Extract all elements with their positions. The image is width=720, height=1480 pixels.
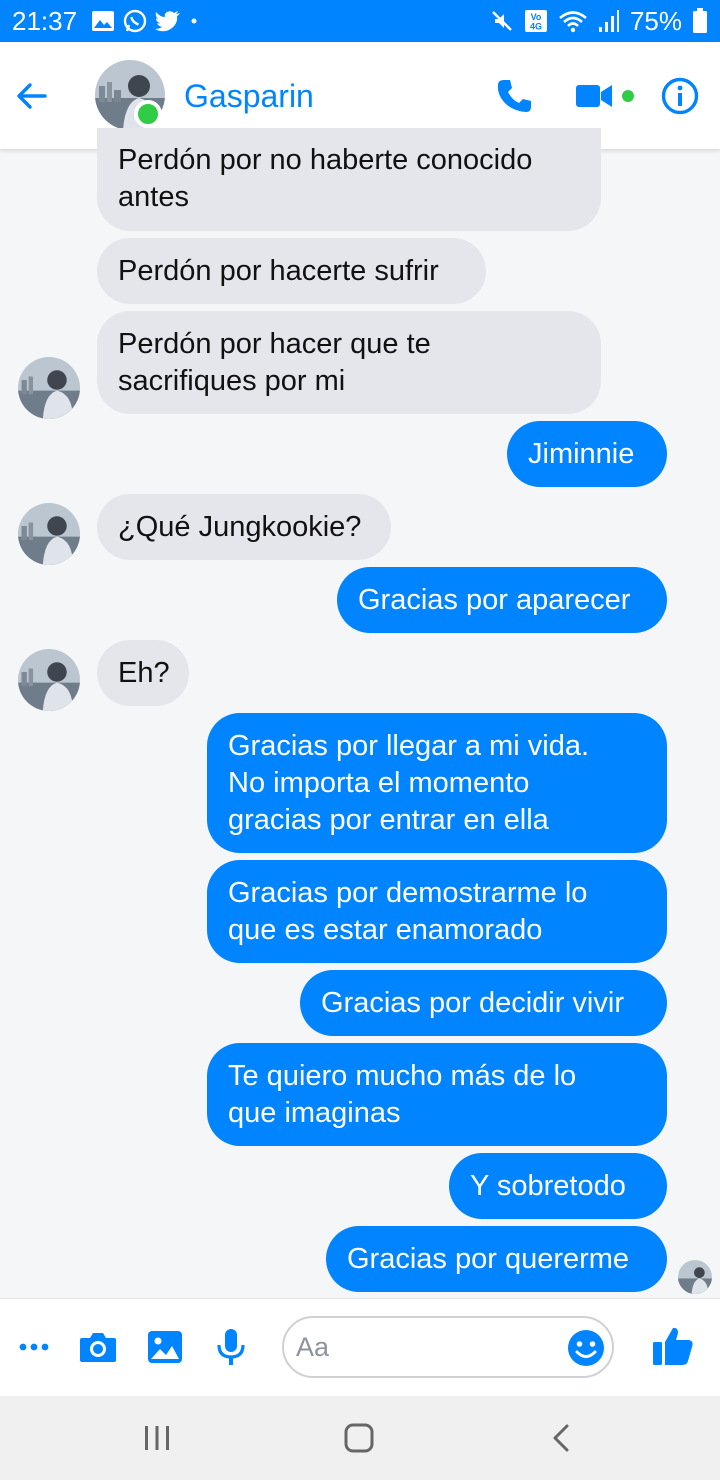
twitter-icon xyxy=(155,10,181,32)
video-camera-icon[interactable] xyxy=(570,72,618,120)
message-composer xyxy=(0,1298,720,1396)
sender-avatar[interactable] xyxy=(18,357,80,419)
status-time: 21:37 xyxy=(12,5,78,36)
online-status-dot xyxy=(134,100,162,128)
seen-receipt-avatar xyxy=(678,1260,712,1294)
battery-icon xyxy=(692,8,708,34)
video-active-dot xyxy=(622,90,634,102)
svg-text:4G: 4G xyxy=(530,22,542,32)
recent-apps-icon[interactable] xyxy=(132,1418,182,1458)
message-input-box[interactable] xyxy=(282,1316,614,1378)
message-incoming[interactable]: ¿Qué Jungkookie? xyxy=(97,494,391,560)
message-outgoing[interactable]: Gracias por aparecer xyxy=(337,567,667,633)
contact-name[interactable]: Gasparin xyxy=(184,78,314,115)
message-incoming[interactable]: Perdón por hacer que te sacrifiques por … xyxy=(97,311,601,414)
svg-text:Vo: Vo xyxy=(531,12,542,22)
message-input[interactable] xyxy=(296,1332,556,1363)
system-navigation-bar xyxy=(0,1396,720,1480)
message-incoming[interactable]: Perdón por no haberte conocido antes xyxy=(97,128,601,231)
info-icon[interactable] xyxy=(656,72,704,120)
image-icon xyxy=(91,10,115,32)
emoji-icon[interactable] xyxy=(566,1328,606,1368)
like-icon[interactable] xyxy=(648,1321,698,1371)
whatsapp-icon xyxy=(123,9,147,33)
volte-icon: Vo 4G xyxy=(524,9,548,33)
message-incoming[interactable]: Perdón por hacerte sufrir xyxy=(97,238,486,304)
sender-avatar[interactable] xyxy=(18,503,80,565)
message-outgoing[interactable]: Te quiero mucho más de lo que imaginas xyxy=(207,1043,667,1146)
gallery-icon[interactable] xyxy=(143,1325,187,1369)
message-outgoing[interactable]: Gracias por llegar a mi vida. No importa… xyxy=(207,713,667,853)
back-arrow-icon[interactable] xyxy=(12,76,52,116)
mute-icon xyxy=(490,9,514,33)
message-outgoing[interactable]: Gracias por decidir vivir xyxy=(300,970,667,1036)
phone-icon[interactable] xyxy=(490,72,538,120)
sender-avatar[interactable] xyxy=(18,649,80,711)
message-outgoing[interactable]: Jiminnie xyxy=(507,421,667,487)
message-outgoing[interactable]: Y sobretodo xyxy=(449,1153,667,1219)
message-outgoing[interactable]: Gracias por quererme xyxy=(326,1226,667,1292)
back-icon[interactable] xyxy=(536,1418,586,1458)
dot-icon xyxy=(189,16,199,26)
home-icon[interactable] xyxy=(334,1418,384,1458)
more-icon[interactable] xyxy=(12,1325,56,1369)
signal-icon xyxy=(598,9,620,33)
microphone-icon[interactable] xyxy=(209,1325,253,1369)
wifi-icon xyxy=(558,9,588,33)
camera-icon[interactable] xyxy=(76,1325,120,1369)
message-incoming[interactable]: Eh? xyxy=(97,640,189,706)
battery-percent: 75% xyxy=(629,5,682,36)
message-outgoing[interactable]: Gracias por demostrarme lo que es estar … xyxy=(207,860,667,963)
status-bar: 21:37 Vo 4G 75% xyxy=(0,0,720,42)
